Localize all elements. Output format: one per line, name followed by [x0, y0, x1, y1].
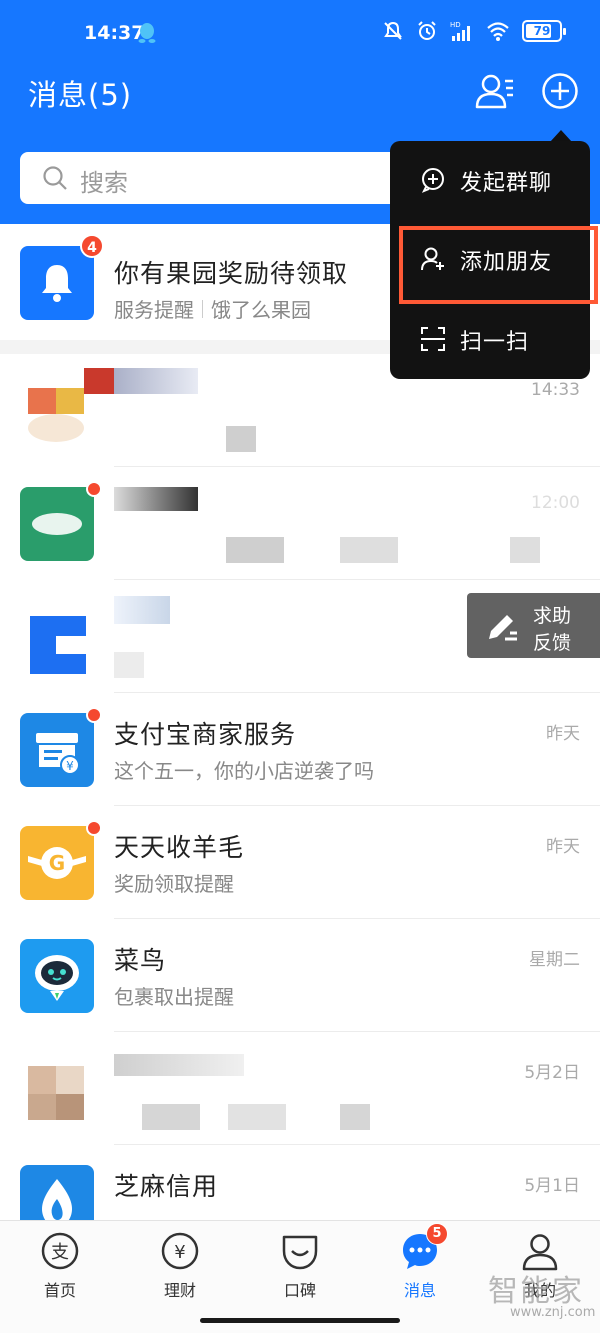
merchant-shop-icon: ¥: [20, 713, 94, 787]
divider: [202, 299, 203, 318]
chat-time: 星期二: [529, 950, 580, 970]
blurred-name: [114, 368, 198, 394]
battery-indicator: 79: [522, 20, 566, 42]
chat-list-item[interactable]: 12:00: [0, 467, 600, 580]
blurred-preview: [226, 537, 284, 563]
blurred-preview: [340, 1104, 370, 1130]
koubei-icon: [282, 1235, 318, 1270]
qq-icon: [138, 23, 156, 43]
blurred-name: [114, 487, 198, 511]
profile-icon: [522, 1234, 558, 1271]
notice-category: 服务提醒: [114, 298, 194, 322]
avatar: [20, 1052, 94, 1126]
unread-badge: 4: [80, 234, 104, 258]
status-bar: 14:37 HD 79: [0, 0, 600, 66]
chat-time: 14:33: [531, 380, 580, 400]
svg-text:G: G: [49, 851, 65, 875]
wifi-icon: [487, 22, 509, 41]
battery-level: 79: [533, 24, 551, 38]
chat-name: 菜鸟: [114, 946, 167, 975]
coin-g-icon: G: [20, 826, 94, 900]
watermark-logo: 智能家: [488, 1274, 584, 1309]
feedback-label-line1: 求助: [533, 605, 572, 627]
svg-text:¥: ¥: [174, 1242, 185, 1263]
unread-badge: 5: [426, 1223, 448, 1245]
signal-icon: HD: [450, 21, 470, 41]
menu-item-group-chat[interactable]: 发起群聊: [390, 141, 590, 221]
nav-tab-koubei[interactable]: 口碑: [260, 1231, 340, 1321]
chat-name: 芝麻信用: [114, 1172, 219, 1201]
blurred-preview: [510, 537, 540, 563]
blurred-name: [114, 1054, 244, 1076]
chat-list-item[interactable]: 菜鸟 包裹取出提醒 星期二: [0, 919, 600, 1032]
cainiao-robot-icon: [20, 939, 94, 1013]
chat-time: 昨天: [546, 724, 580, 744]
notice-title: 你有果园奖励待领取: [114, 259, 349, 288]
blurred-preview: [142, 1104, 200, 1130]
mute-icon: [384, 21, 402, 40]
menu-item-label: 发起群聊: [460, 171, 553, 196]
blurred-preview: [226, 426, 256, 452]
wealth-icon: ¥: [161, 1232, 199, 1270]
chat-preview: 包裹取出提醒: [114, 985, 234, 1009]
watermark-url: www.znj.com: [510, 1305, 596, 1320]
svg-text:HD: HD: [450, 21, 461, 29]
status-icons: HD 79: [382, 20, 566, 42]
chat-list-item[interactable]: 5月2日: [0, 1032, 600, 1145]
menu-item-scan[interactable]: 扫一扫: [390, 300, 590, 380]
scan-icon: [421, 327, 445, 351]
pencil-icon: [489, 615, 517, 641]
menu-item-label: 扫一扫: [460, 330, 530, 355]
blurred-name: [84, 368, 114, 394]
chat-name: 支付宝商家服务: [114, 720, 297, 749]
status-time: 14:37: [84, 22, 145, 44]
blurred-preview: [228, 1104, 286, 1130]
chat-name: 天天收羊毛: [114, 833, 245, 862]
chat-preview: 这个五一，你的小店逆袭了吗: [114, 759, 374, 783]
chat-time: 5月1日: [524, 1176, 580, 1196]
chat-plus-icon: [421, 168, 444, 193]
unread-dot: [86, 707, 102, 723]
nav-label: 消息: [403, 1281, 436, 1300]
home-indicator: [200, 1318, 400, 1323]
unread-dot: [86, 820, 102, 836]
unread-dot: [86, 481, 102, 497]
chat-time: 5月2日: [524, 1063, 580, 1083]
blurred-preview: [340, 537, 398, 563]
page-title: 消息(5): [28, 78, 133, 112]
help-feedback-button[interactable]: 求助 反馈: [467, 593, 600, 658]
nav-tab-home[interactable]: 支 首页: [20, 1231, 100, 1321]
notice-subtitle: 服务提醒 饿了么果园: [114, 294, 311, 323]
nav-tab-wealth[interactable]: ¥ 理财: [140, 1231, 220, 1321]
svg-text:¥: ¥: [66, 759, 74, 773]
contacts-icon[interactable]: [474, 70, 516, 112]
nav-label: 口碑: [283, 1281, 316, 1300]
blurred-preview: [114, 652, 144, 678]
alipay-home-icon: 支: [41, 1232, 79, 1270]
bell-icon: [20, 246, 94, 320]
avatar: [20, 600, 94, 674]
avatar: [20, 487, 94, 561]
chat-time: 昨天: [546, 837, 580, 857]
chat-time: 12:00: [531, 493, 580, 513]
chat-list-item[interactable]: ¥ 支付宝商家服务 这个五一，你的小店逆袭了吗 昨天: [0, 693, 600, 806]
blurred-name: [114, 596, 170, 624]
feedback-label-line2: 反馈: [533, 632, 572, 654]
chat-list-item[interactable]: G 天天收羊毛 奖励领取提醒 昨天: [0, 806, 600, 919]
chat-preview: 奖励领取提醒: [114, 872, 234, 896]
highlight-box: [399, 226, 598, 304]
nav-label: 理财: [163, 1281, 196, 1300]
search-icon: [43, 166, 67, 190]
notice-source: 饿了么果园: [211, 298, 311, 322]
svg-text:支: 支: [51, 1242, 69, 1263]
nav-label: 首页: [43, 1281, 76, 1300]
nav-tab-messages[interactable]: 5 消息: [380, 1223, 460, 1321]
search-placeholder: 搜索: [80, 169, 128, 197]
avatar: [20, 374, 94, 448]
plus-circle-icon[interactable]: [541, 72, 579, 110]
alarm-icon: [418, 21, 436, 40]
